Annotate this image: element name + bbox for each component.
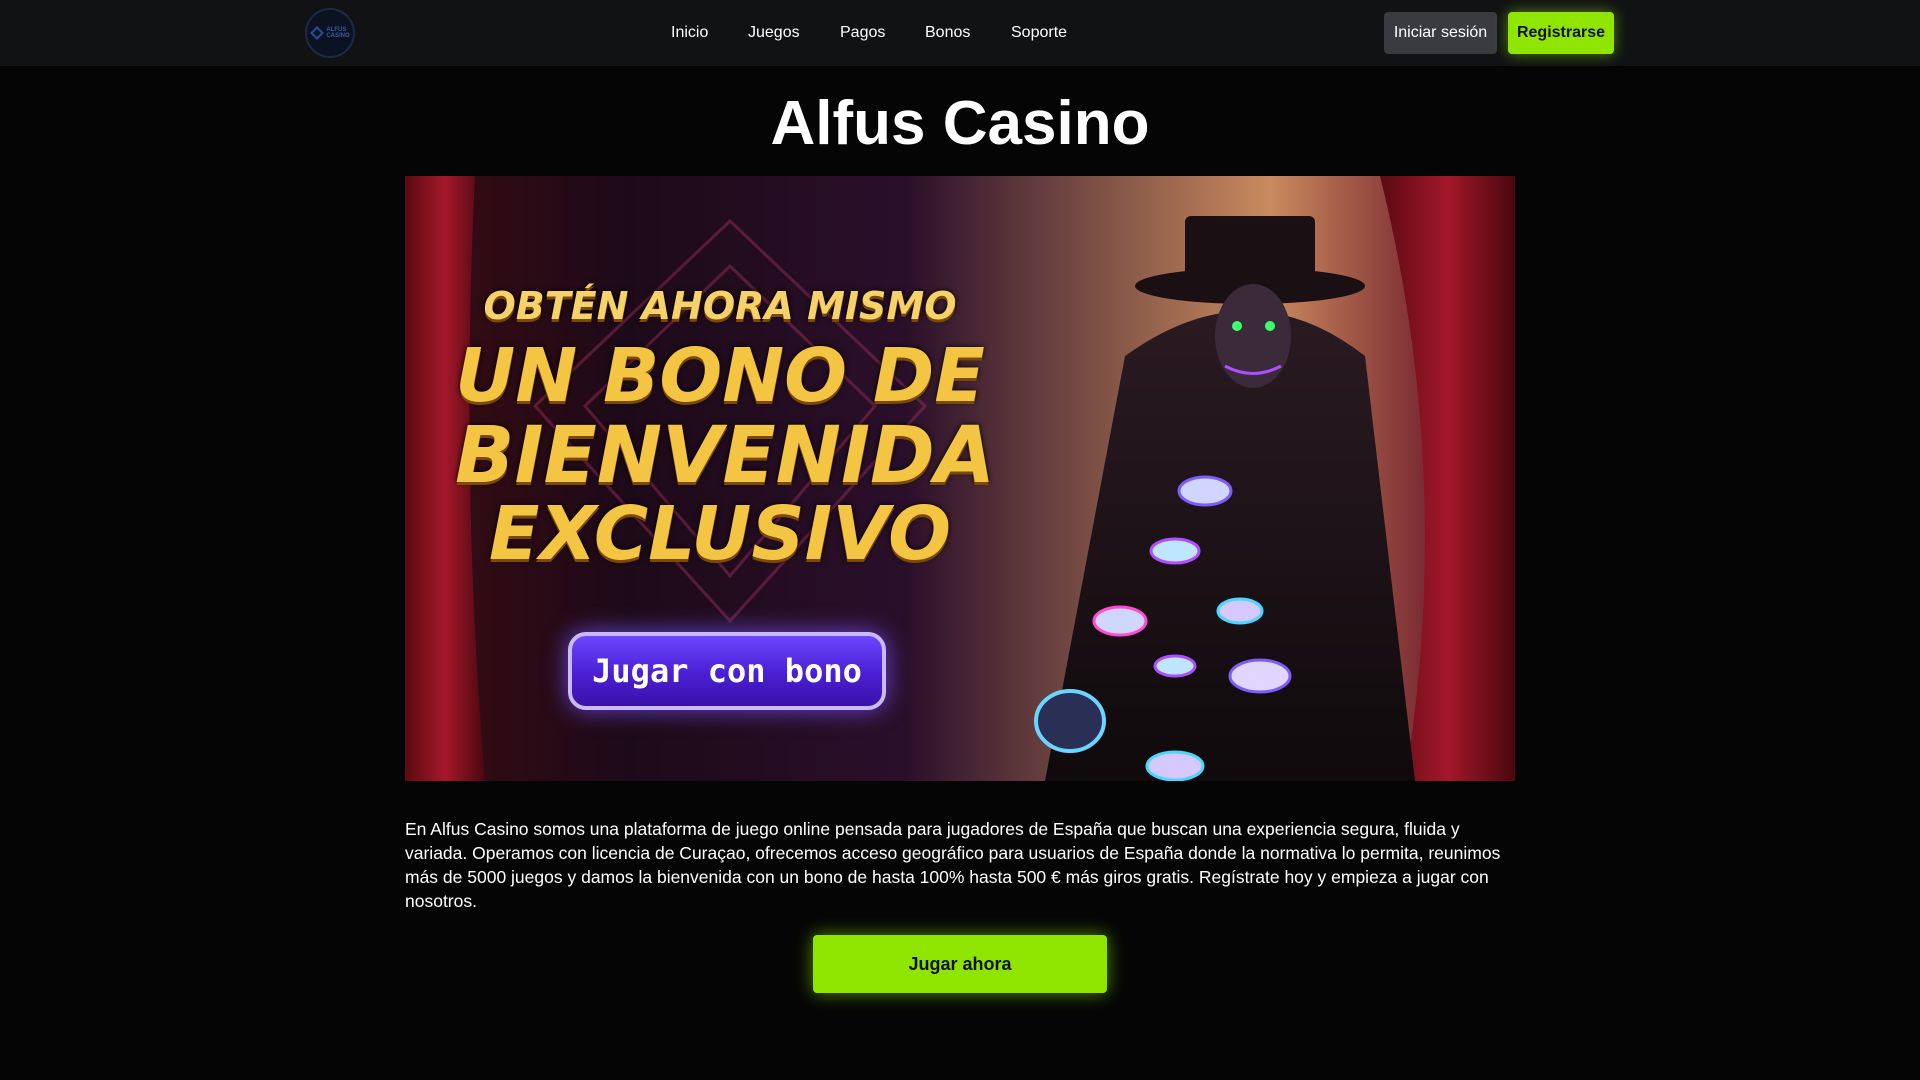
banner-headline-3: BIENVENIDA — [455, 411, 996, 501]
login-button[interactable]: Iniciar sesión — [1384, 12, 1497, 54]
top-header: ALFUS CASINO Inicio Juegos Pagos Bonos S… — [0, 0, 1920, 66]
register-button[interactable]: Registrarse — [1508, 12, 1614, 54]
banner-headline-2: UN BONO DE — [455, 333, 985, 419]
banner-headline-4: EXCLUSIVO — [488, 491, 952, 577]
banner-headline-1: OBTÉN AHORA MISMO — [483, 284, 957, 328]
play-with-bonus-button[interactable]: Jugar con bono — [568, 632, 886, 710]
main-nav: Inicio Juegos Pagos Bonos Soporte — [0, 0, 1920, 66]
nav-link-bonos[interactable]: Bonos — [925, 23, 970, 43]
play-now-button[interactable]: Jugar ahora — [813, 935, 1107, 993]
nav-link-soporte[interactable]: Soporte — [1011, 23, 1067, 43]
page-title: Alfus Casino — [770, 89, 1150, 158]
promo-banner[interactable]: OBTÉN AHORA MISMO UN BONO DE BIENVENIDA … — [405, 176, 1515, 781]
intro-description: En Alfus Casino somos una plataforma de … — [405, 819, 1501, 911]
nav-link-pagos[interactable]: Pagos — [840, 23, 885, 43]
magician-figure — [1045, 216, 1415, 781]
nav-link-juegos[interactable]: Juegos — [748, 23, 800, 43]
nav-link-inicio[interactable]: Inicio — [671, 23, 708, 43]
